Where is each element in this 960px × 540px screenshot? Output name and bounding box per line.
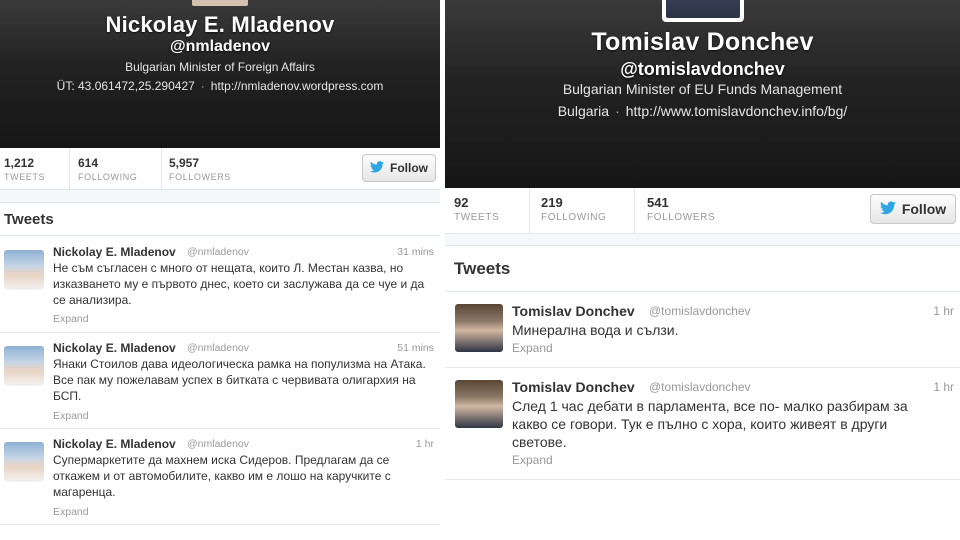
tweet-text: Янаки Стоилов дава идеологическа рамка н… (53, 357, 426, 403)
tweet-author-handle[interactable]: @nmladenov (187, 246, 249, 258)
follow-button[interactable]: Follow (362, 154, 436, 182)
tweet-text: Супермаркетите да махнем иска Сидеров. П… (53, 453, 391, 499)
profile-avatar[interactable] (661, 0, 744, 22)
tweet-text: Минерална вода и сълзи. (512, 322, 679, 338)
stat-followers-value: 541 (647, 195, 669, 210)
tweet-timestamp[interactable]: 1 hr (416, 438, 434, 450)
tweet-author-name[interactable]: Nickolay E. Mladenov (53, 341, 176, 355)
tweet-author-name[interactable]: Nickolay E. Mladenov (53, 245, 176, 259)
section-divider (0, 190, 440, 203)
profile-name: Tomislav Donchev (591, 28, 814, 56)
tweet-avatar[interactable] (455, 304, 503, 352)
stat-tweets-label: TWEETS (454, 212, 500, 223)
stat-followers[interactable]: 541 FOLLOWERS (647, 188, 747, 233)
section-divider (445, 234, 960, 246)
stat-followers[interactable]: 5,957 FOLLOWERS (169, 148, 253, 189)
profile-header: Tomislav Donchev @tomislavdonchev Bulgar… (445, 0, 960, 188)
tweet-expand-link[interactable]: Expand (53, 410, 89, 422)
tweet-timestamp[interactable]: 1 hr (933, 380, 954, 394)
tweet-expand-link[interactable]: Expand (53, 313, 89, 325)
tweet-avatar[interactable] (455, 380, 503, 428)
tweet-timestamp[interactable]: 51 mins (397, 342, 434, 354)
stat-following[interactable]: 614 FOLLOWING (78, 148, 162, 189)
tweet-item[interactable]: Nickolay E. Mladenov @nmladenov 31 mins … (0, 237, 440, 333)
stat-followers-label: FOLLOWERS (169, 172, 231, 182)
follow-button[interactable]: Follow (870, 194, 956, 224)
stat-tweets-value: 92 (454, 195, 469, 210)
tweet-timestamp[interactable]: 1 hr (933, 304, 954, 318)
follow-button-label: Follow (901, 201, 947, 217)
profile-header: Nickolay E. Mladenov @nmladenov Bulgaria… (0, 0, 440, 148)
stat-tweets[interactable]: 92 TWEETS (454, 188, 530, 233)
tweet-author-handle[interactable]: @nmladenov (187, 438, 249, 450)
profile-stats: 1,212 TWEETS 614 FOLLOWING 5,957 FOLLOWE… (0, 148, 440, 190)
tweets-heading: Tweets (0, 203, 440, 236)
tweet-item[interactable]: Nickolay E. Mladenov @nmladenov 51 mins … (0, 333, 440, 429)
stat-following-label: FOLLOWING (541, 212, 607, 223)
tweet-text: След 1 час дебати в парламента, все по- … (512, 398, 908, 450)
twitter-bird-icon (879, 200, 896, 218)
tweet-avatar[interactable] (4, 442, 44, 482)
stat-following-value: 219 (541, 195, 563, 210)
profile-handle[interactable]: @tomislavdonchev (445, 59, 960, 80)
location-separator: · (615, 103, 620, 119)
profile-stats: 92 TWEETS 219 FOLLOWING 541 FOLLOWERS Fo… (445, 188, 960, 234)
tweet-item[interactable]: Tomislav Donchev @tomislavdonchev 1 hr М… (445, 292, 960, 368)
tweet-expand-link[interactable]: Expand (512, 341, 553, 355)
stat-tweets-value: 1,212 (4, 156, 35, 170)
profile-location: Bulgaria (557, 103, 610, 119)
stat-tweets[interactable]: 1,212 TWEETS (4, 148, 70, 189)
follow-button-label: Follow (390, 161, 428, 175)
stat-followers-value: 5,957 (169, 156, 200, 170)
tweets-heading: Tweets (445, 246, 960, 292)
stat-following-value: 614 (78, 156, 99, 170)
profile-location-line: Bulgaria · http://www.tomislavdonchev.info… (445, 103, 960, 119)
tweet-text: Не съм съгласен с много от нещата, които… (53, 261, 425, 307)
stat-followers-label: FOLLOWERS (647, 212, 716, 223)
right-profile-panel: Tomislav Donchev @tomislavdonchev Bulgar… (445, 0, 960, 540)
tweet-author-name[interactable]: Tomislav Donchev (512, 379, 635, 395)
tweet-author-name[interactable]: Tomislav Donchev (512, 303, 635, 319)
location-separator: · (200, 79, 205, 93)
tweet-expand-link[interactable]: Expand (512, 453, 553, 467)
profile-bio: Bulgarian Minister of Foreign Affairs (125, 60, 315, 74)
tweet-item[interactable]: Tomislav Donchev @tomislavdonchev 1 hr С… (445, 368, 960, 480)
profile-url-link[interactable]: http://nmladenov.wordpress.com (211, 79, 384, 93)
tweet-expand-link[interactable]: Expand (53, 506, 89, 518)
profile-url-link[interactable]: http://www.tomislavdonchev.info/bg/ (626, 103, 848, 119)
profile-handle[interactable]: @nmladenov (0, 38, 440, 56)
tweet-timestamp[interactable]: 31 mins (397, 246, 434, 258)
stat-following-label: FOLLOWING (78, 172, 138, 182)
left-profile-panel: Nickolay E. Mladenov @nmladenov Bulgaria… (0, 0, 440, 540)
tweet-avatar[interactable] (4, 250, 44, 290)
tweet-item[interactable]: Nickolay E. Mladenov @nmladenov 1 hr Суп… (0, 429, 440, 525)
twitter-bird-icon (370, 160, 384, 176)
stat-tweets-label: TWEETS (4, 172, 46, 182)
tweet-author-handle[interactable]: @nmladenov (187, 342, 249, 354)
profile-location: ÜT: 43.061472,25.290427 (56, 79, 195, 93)
profile-location-line: ÜT: 43.061472,25.290427 · http://nmladenov… (0, 79, 440, 93)
profile-bio: Bulgarian Minister of EU Funds Managemen… (562, 81, 843, 97)
tweet-author-handle[interactable]: @tomislavdonchev (649, 304, 751, 318)
stat-following[interactable]: 219 FOLLOWING (541, 188, 635, 233)
tweet-author-handle[interactable]: @tomislavdonchev (649, 380, 751, 394)
tweet-author-name[interactable]: Nickolay E. Mladenov (53, 437, 176, 451)
profile-avatar[interactable] (192, 0, 248, 6)
tweet-avatar[interactable] (4, 346, 44, 386)
profile-name: Nickolay E. Mladenov (105, 12, 335, 37)
